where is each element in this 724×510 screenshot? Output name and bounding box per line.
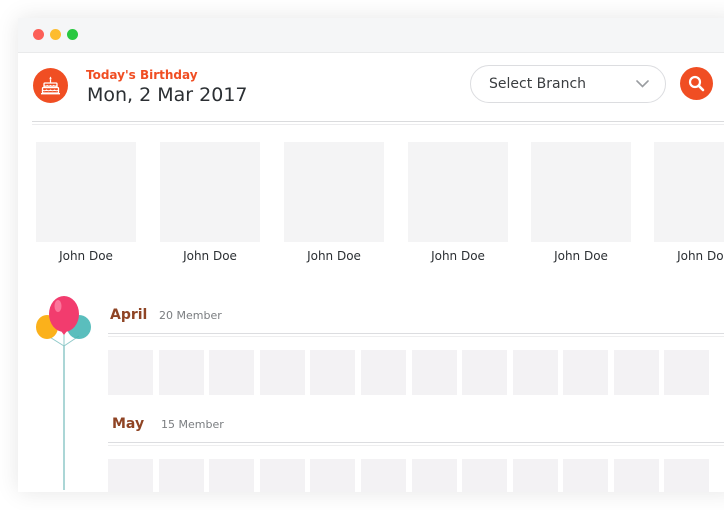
member-slot[interactable] — [614, 350, 659, 395]
minimize-window-button[interactable] — [50, 29, 61, 40]
member-slot[interactable] — [209, 459, 254, 492]
birthday-card-name: John Doe — [59, 249, 113, 263]
current-date: Mon, 2 Mar 2017 — [87, 84, 248, 106]
branch-select-value: Select Branch — [489, 76, 587, 92]
member-slot[interactable] — [462, 350, 507, 395]
member-slot[interactable] — [412, 459, 457, 492]
chevron-down-icon — [636, 80, 649, 88]
member-slot[interactable] — [310, 459, 355, 492]
member-slot[interactable] — [108, 350, 153, 395]
member-slot[interactable] — [159, 350, 204, 395]
member-slot[interactable] — [563, 350, 608, 395]
birthday-card-name: John Doe — [677, 249, 724, 263]
balloons-icon — [36, 296, 91, 490]
member-slot[interactable] — [361, 350, 406, 395]
birthday-card[interactable]: John Doe — [654, 142, 724, 263]
maximize-window-button[interactable] — [67, 29, 78, 40]
member-slot[interactable] — [462, 459, 507, 492]
birthday-card-name: John Doe — [307, 249, 361, 263]
birthday-card[interactable]: John Doe — [284, 142, 384, 263]
title-bar — [18, 18, 724, 53]
close-window-button[interactable] — [33, 29, 44, 40]
birthday-card[interactable]: John Doe — [408, 142, 508, 263]
cake-icon — [33, 68, 68, 103]
month-divider-shadow — [108, 336, 724, 337]
month-divider-shadow — [108, 445, 724, 446]
member-slot[interactable] — [513, 459, 558, 492]
month-title-may: May — [112, 416, 145, 432]
month-divider — [108, 442, 724, 443]
member-slot[interactable] — [513, 350, 558, 395]
branch-select[interactable]: Select Branch — [470, 65, 666, 103]
app-window: Today's Birthday Mon, 2 Mar 2017 Select … — [18, 18, 724, 492]
avatar-placeholder — [408, 142, 508, 242]
member-slot[interactable] — [310, 350, 355, 395]
month-divider — [108, 333, 724, 334]
member-slot[interactable] — [361, 459, 406, 492]
birthday-card[interactable]: John Doe — [531, 142, 631, 263]
member-slot[interactable] — [108, 459, 153, 492]
birthday-card-name: John Doe — [554, 249, 608, 263]
month-member-count: 20 Member — [159, 309, 222, 322]
month-title-april: April — [110, 307, 148, 323]
search-button[interactable] — [680, 67, 713, 100]
member-slot[interactable] — [563, 459, 608, 492]
month-member-count: 15 Member — [161, 418, 224, 431]
header-divider — [32, 121, 724, 122]
member-slot[interactable] — [412, 350, 457, 395]
avatar-placeholder — [36, 142, 136, 242]
todays-birthday-label: Today's Birthday — [86, 68, 198, 82]
member-slot[interactable] — [664, 459, 709, 492]
member-slot[interactable] — [260, 459, 305, 492]
birthday-card[interactable]: John Doe — [160, 142, 260, 263]
member-slot[interactable] — [614, 459, 659, 492]
avatar-placeholder — [284, 142, 384, 242]
avatar-placeholder — [654, 142, 724, 242]
member-slot[interactable] — [664, 350, 709, 395]
birthday-card[interactable]: John Doe — [36, 142, 136, 263]
avatar-placeholder — [160, 142, 260, 242]
member-slot[interactable] — [260, 350, 305, 395]
member-slot[interactable] — [159, 459, 204, 492]
avatar-placeholder — [531, 142, 631, 242]
birthday-card-name: John Doe — [431, 249, 485, 263]
search-icon — [688, 75, 705, 92]
member-slot[interactable] — [209, 350, 254, 395]
header-divider-shadow — [32, 124, 724, 125]
birthday-card-name: John Doe — [183, 249, 237, 263]
